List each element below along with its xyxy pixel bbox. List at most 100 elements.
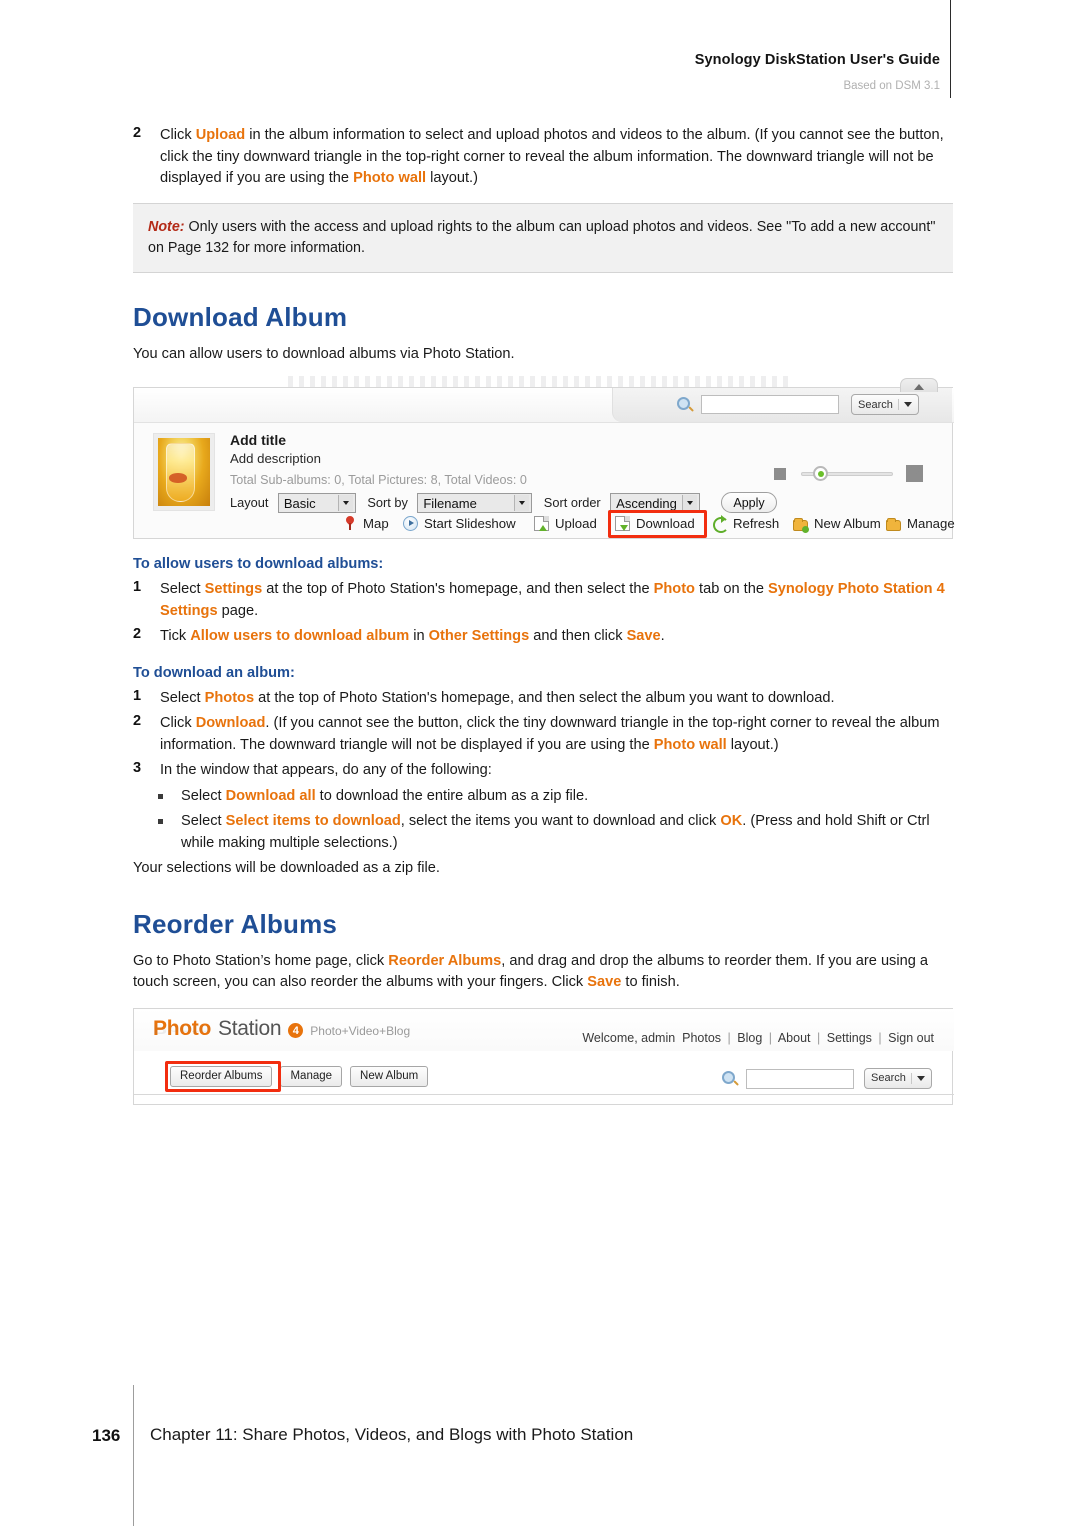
chevron-down-icon [903, 402, 912, 407]
toolbar-new-album[interactable]: New Album [793, 516, 881, 533]
toolbar-upload[interactable]: Upload [534, 516, 597, 531]
toolbar-refresh-label: Refresh [733, 516, 780, 531]
keyword-photo: Photo [653, 581, 695, 597]
home-search-button-label: Search [871, 1072, 906, 1084]
reorder-albums-button[interactable]: Reorder Albums [170, 1065, 273, 1087]
small-person-icon [774, 468, 786, 480]
album-search-area: Search [612, 378, 952, 422]
text-fragment: layout.) [726, 736, 779, 753]
page-header: Synology DiskStation User's Guide Based … [0, 0, 1080, 100]
note-text: Only users with the access and upload ri… [148, 218, 936, 256]
keyword-download-all: Download all [225, 787, 316, 804]
bullet-square-icon [158, 793, 163, 799]
sortby-select-value: Filename [423, 495, 477, 511]
nav-link-sign-out[interactable]: Sign out [888, 1031, 934, 1045]
sortorder-select-value: Ascending [616, 495, 677, 511]
text-fragment: Select [160, 689, 205, 706]
keyword-reorder-albums: Reorder Albums [388, 952, 502, 969]
step-item: 1 Select Photos at the top of Photo Stat… [133, 688, 953, 710]
chevron-down-icon [916, 1075, 925, 1081]
toolbar-map[interactable]: Map [342, 516, 389, 531]
bullet-item: Select Select items to download, select … [133, 811, 953, 854]
manage-button[interactable]: Manage [280, 1065, 343, 1087]
sortorder-select-arrow [682, 495, 698, 511]
step-text-part2: in the album information to select and u… [160, 127, 944, 186]
section-heading-reorder-albums: Reorder Albums [133, 908, 338, 939]
album-title[interactable]: Add title [230, 432, 286, 448]
nav-link-about[interactable]: About [778, 1031, 811, 1045]
slider-handle[interactable] [813, 466, 828, 481]
toolbar-slideshow-label: Start Slideshow [424, 516, 516, 531]
note-label: Note: [148, 218, 185, 235]
map-pin-icon [342, 516, 357, 531]
logo-tagline: Photo+Video+Blog [310, 1023, 411, 1038]
subheading-download-album: To download an album: [133, 664, 295, 681]
toolbar-download[interactable]: Download [615, 516, 695, 531]
download-album-intro: You can allow users to download albums v… [133, 345, 515, 362]
text-fragment: Tick [160, 628, 191, 644]
download-icon [615, 516, 630, 531]
nav-link-blog[interactable]: Blog [737, 1031, 762, 1045]
text-fragment: . (If you cannot see the button, click t… [160, 715, 940, 753]
step-item: 1 Select Settings at the top of Photo St… [133, 579, 953, 622]
large-person-icon [906, 465, 923, 482]
collapse-triangle-tab[interactable] [900, 378, 938, 392]
step-item: 2 Click Upload in the album information … [133, 125, 953, 190]
step-number: 2 [133, 626, 142, 642]
search-icon [677, 397, 690, 410]
keyword-select-items: Select items to download [225, 813, 401, 829]
screenshot-album-info: Search Add title Add description Total S… [133, 376, 955, 539]
nav-link-settings[interactable]: Settings [827, 1031, 872, 1045]
guide-subtitle: Based on DSM 3.1 [843, 80, 940, 92]
step-number: 1 [133, 579, 142, 595]
text-fragment: tab on the [694, 581, 768, 597]
home-divider [134, 1093, 954, 1095]
step-number: 3 [133, 760, 142, 776]
text-fragment: Select [160, 581, 205, 597]
layout-select[interactable]: Basic [277, 493, 356, 513]
album-search-input[interactable] [701, 395, 839, 414]
keyword-photos: Photos [204, 689, 255, 706]
page-content: 2 Click Upload in the album information … [133, 125, 955, 1105]
text-fragment: , select the items you want to download … [400, 813, 721, 829]
album-description[interactable]: Add description [230, 451, 321, 466]
reorder-albums-text: Go to Photo Station’s home page, click R… [133, 951, 953, 994]
chevron-down-icon [687, 501, 694, 505]
keyword-settings: Settings [204, 581, 263, 597]
nav-separator: | [768, 1030, 773, 1045]
keyword-save: Save [587, 974, 622, 990]
toolbar-refresh[interactable]: Refresh [712, 515, 780, 533]
album-search-button[interactable]: Search [851, 394, 919, 415]
home-search-button[interactable]: Search [864, 1067, 932, 1089]
sortby-select-arrow [514, 495, 530, 511]
sortby-select[interactable]: Filename [417, 493, 533, 513]
bullet-item: Select Download all to download the enti… [133, 786, 953, 808]
nav-link-photos[interactable]: Photos [682, 1031, 721, 1045]
home-search-input[interactable] [746, 1068, 854, 1089]
bullet-square-icon [158, 819, 163, 824]
album-thumbnail[interactable] [153, 433, 215, 511]
search-button-separator [897, 399, 899, 410]
apply-button[interactable]: Apply [721, 492, 777, 513]
home-button-row: Reorder Albums Manage New Album [170, 1065, 429, 1087]
toolbar-manage[interactable]: Manage [886, 516, 955, 531]
step-text: Tick Allow users to download album in Ot… [160, 626, 953, 648]
screenshot-photo-station-home: Photo Station 4 Photo+Video+Blog Photo W… [133, 1007, 954, 1105]
thumbnail-size-slider[interactable] [774, 464, 924, 484]
new-folder-icon [793, 518, 809, 533]
toolbar-download-label: Download [636, 516, 695, 531]
text-fragment: . [660, 628, 665, 644]
search-icon [722, 1070, 735, 1084]
keyword-other-settings: Other Settings [428, 628, 530, 644]
toolbar-new-album-label: New Album [814, 516, 881, 531]
toolbar-start-slideshow[interactable]: Start Slideshow [403, 516, 516, 531]
ghost-chrome-artifact [288, 376, 788, 387]
folder-icon [886, 518, 901, 531]
step-text: Click Upload in the album information to… [160, 125, 953, 190]
photo-station-logo: Photo Station 4 Photo+Video+Blog [153, 1017, 410, 1041]
toolbar-manage-label: Manage [907, 516, 955, 531]
sortorder-select[interactable]: Ascending [610, 493, 701, 513]
new-album-button[interactable]: New Album [350, 1065, 429, 1087]
keyword-download: Download [195, 715, 266, 731]
beer-label-shape [169, 473, 188, 483]
